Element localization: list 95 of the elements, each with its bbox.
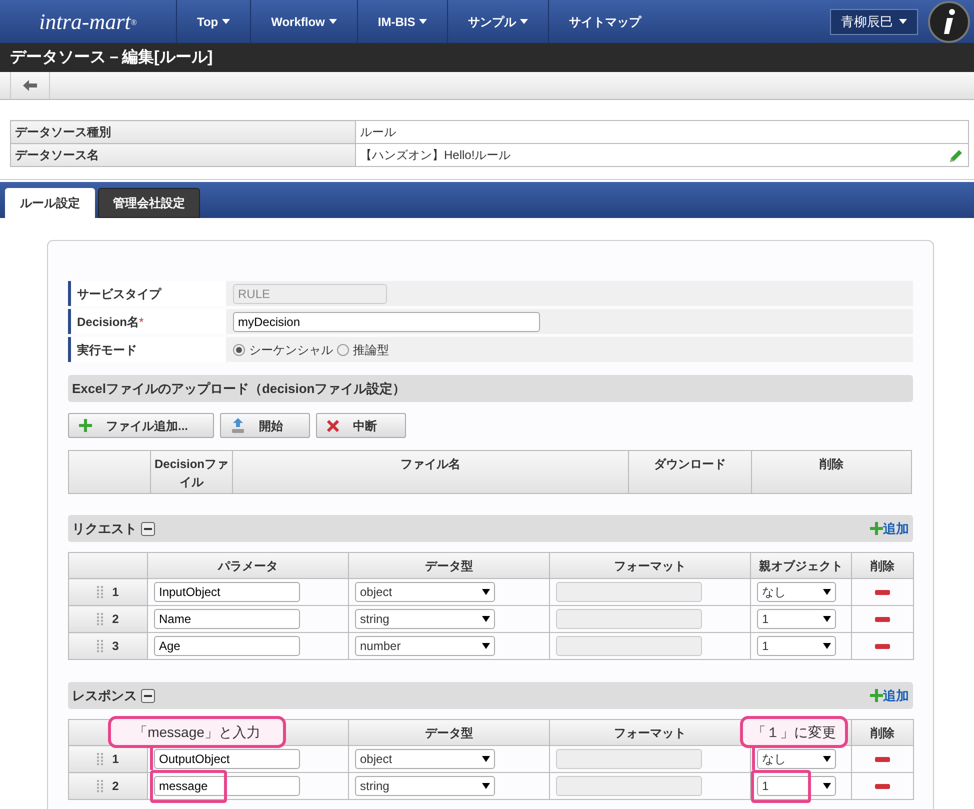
select-field[interactable]: object — [355, 582, 495, 602]
field-label: 実行モード — [77, 342, 137, 358]
row-number: 3 — [112, 638, 119, 655]
caret-icon — [823, 756, 831, 762]
section-title: レスポンス — [72, 686, 137, 705]
collapse-icon[interactable] — [141, 522, 155, 536]
section-title: Excelファイルのアップロード（decisionファイル設定） — [72, 380, 406, 398]
add-link[interactable]: 追加 — [870, 518, 909, 538]
caret-icon — [482, 589, 490, 595]
format-field[interactable] — [556, 749, 702, 769]
select-field[interactable]: number — [355, 636, 495, 656]
callout: 「message」と入力 — [108, 716, 286, 748]
decision-name-field[interactable]: myDecision — [233, 312, 540, 332]
caret-icon — [823, 589, 831, 595]
row-number: 2 — [112, 611, 119, 628]
required-mark: * — [139, 314, 144, 330]
select-field[interactable]: なし — [757, 582, 836, 602]
caret-icon — [482, 643, 490, 649]
toolbar-button[interactable]: ファイル追加... — [68, 413, 214, 438]
select-field[interactable]: string — [355, 776, 495, 796]
page-title: データソース－編集[ルール] — [10, 48, 213, 68]
parameter-field[interactable]: OutputObject — [154, 749, 300, 769]
column-header: データ型 — [425, 558, 473, 572]
select-field[interactable]: object — [355, 749, 495, 769]
drag-handle-icon[interactable] — [97, 640, 104, 652]
toolbar-button[interactable]: 中断 — [316, 413, 406, 438]
radio-option[interactable]: シーケンシャル — [233, 340, 333, 358]
format-field[interactable] — [556, 776, 702, 796]
column-header: ダウンロード — [654, 457, 726, 471]
format-field[interactable] — [556, 636, 702, 656]
parameter-field[interactable]: InputObject — [154, 582, 300, 602]
select-field[interactable]: 1 — [757, 609, 836, 629]
select-field[interactable]: string — [355, 609, 495, 629]
remove-icon[interactable] — [875, 616, 890, 622]
remove-icon[interactable] — [875, 756, 890, 762]
info-label: データソース種別 — [15, 125, 111, 139]
drag-handle-icon[interactable] — [97, 780, 104, 792]
column-header: ファイル名 — [400, 457, 460, 471]
toolbar-button[interactable]: 開始 — [220, 413, 310, 438]
drag-handle-icon[interactable] — [97, 612, 104, 626]
pencil-icon[interactable] — [949, 148, 964, 162]
info-label: データソース名 — [15, 148, 99, 162]
caret-icon — [823, 783, 831, 789]
caret-icon — [823, 643, 831, 649]
format-field[interactable] — [556, 582, 702, 602]
radio-option[interactable]: 推論型 — [337, 340, 389, 358]
user-menu[interactable]: 青柳辰巳 — [830, 8, 918, 34]
collapse-icon[interactable] — [141, 688, 155, 702]
parameter-field[interactable]: Age — [154, 636, 300, 656]
column-header: フォーマット — [614, 726, 686, 740]
field-label: サービスタイプ — [77, 286, 161, 302]
caret-icon — [482, 783, 490, 789]
arrow-left-icon — [23, 80, 37, 91]
tab[interactable]: ルール設定 — [5, 188, 95, 218]
back-button[interactable] — [10, 72, 50, 99]
logo[interactable]: intra-mart$^{®}$ — [39, 5, 137, 38]
caret-icon — [899, 19, 907, 24]
column-header: 削除 — [870, 558, 894, 572]
field-label: Decision名 — [77, 314, 140, 330]
info-value: ルール — [360, 124, 396, 141]
parameter-field[interactable]: message — [154, 776, 300, 796]
callout: 「１」に変更 — [740, 716, 848, 748]
caret-icon — [823, 616, 831, 622]
column-header: 親オブジェクト — [759, 558, 843, 572]
row-number: 1 — [112, 584, 119, 601]
format-field[interactable] — [556, 609, 702, 629]
select-field[interactable]: なし — [757, 749, 836, 769]
info-icon[interactable] — [928, 0, 970, 42]
row-number: 2 — [112, 778, 119, 795]
column-header: データ型 — [425, 726, 473, 740]
column-header: フォーマット — [614, 558, 686, 572]
caret-icon — [482, 616, 490, 622]
remove-icon[interactable] — [875, 590, 890, 594]
caret-icon — [482, 756, 490, 762]
upload-icon — [231, 418, 245, 433]
section-title: リクエスト — [72, 520, 137, 538]
parameter-field[interactable]: Name — [154, 609, 300, 629]
tab[interactable]: 管理会社設定 — [98, 188, 200, 218]
column-header: 削除 — [870, 726, 894, 740]
plus-icon — [870, 522, 883, 535]
add-link[interactable]: 追加 — [870, 686, 909, 706]
close-icon — [327, 420, 339, 432]
info-value: 【ハンズオン】Hello!ルール — [360, 147, 511, 164]
select-field[interactable]: 1 — [757, 776, 836, 796]
remove-icon[interactable] — [875, 784, 890, 788]
drag-handle-icon[interactable] — [97, 586, 104, 598]
column-header: パラメータ — [218, 558, 278, 572]
column-header: Decisionファイル — [154, 457, 228, 489]
drag-handle-icon[interactable] — [97, 752, 104, 766]
select-field[interactable]: 1 — [757, 636, 836, 656]
remove-icon[interactable] — [875, 644, 890, 648]
plus-icon — [870, 689, 883, 702]
row-number: 1 — [112, 751, 119, 768]
column-header: 削除 — [820, 457, 844, 471]
plus-icon — [79, 419, 92, 432]
